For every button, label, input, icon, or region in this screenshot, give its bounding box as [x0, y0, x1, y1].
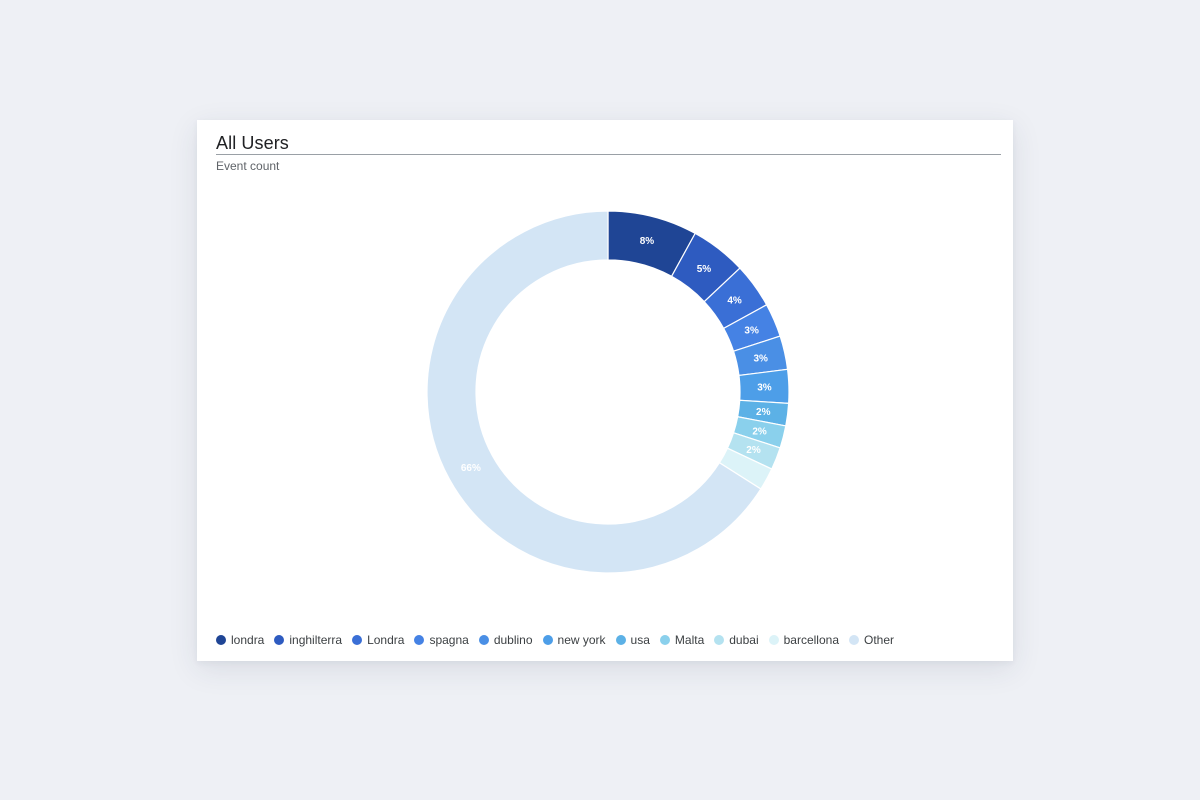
- slice-label-dubai: 2%: [746, 445, 761, 456]
- chart-card: All Users Event count 8% 5% 4% 3% 3% 3% 2% 2% 2%…: [197, 120, 1013, 661]
- donut-chart: 8% 5% 4% 3% 3% 3% 2% 2% 2% 66%: [426, 210, 790, 574]
- legend-dot-icon: [352, 635, 363, 645]
- legend-dot-icon: [659, 635, 670, 645]
- legend-dot-icon: [542, 635, 553, 645]
- legend-label: Londra: [367, 633, 405, 647]
- legend-label: Malta: [674, 633, 705, 647]
- legend-item-other[interactable]: Other: [849, 633, 894, 647]
- legend-item-barcellona[interactable]: barcellona: [768, 633, 839, 647]
- legend-item-dubai[interactable]: dubai: [714, 633, 759, 647]
- legend-label: dubai: [729, 633, 759, 647]
- slice-label-londra: 4%: [727, 296, 742, 307]
- legend-label: usa: [630, 633, 650, 647]
- legend-dot-icon: [216, 635, 226, 645]
- legend-label: londra: [231, 633, 265, 647]
- slice-label-usa: 2%: [756, 407, 771, 418]
- slice-label-dublino: 3%: [754, 353, 769, 364]
- legend-dot-icon: [714, 635, 725, 645]
- legend-dot-icon: [849, 635, 859, 645]
- legend-label: inghilterra: [289, 633, 343, 647]
- slice-label-malta: 2%: [752, 426, 767, 437]
- legend-dot-icon: [768, 635, 779, 645]
- legend-item-dublino[interactable]: dublino: [478, 633, 533, 647]
- slice-label-londra: 8%: [640, 236, 655, 247]
- legend-item-londra[interactable]: Londra: [352, 633, 404, 647]
- legend-item-malta[interactable]: Malta: [659, 633, 705, 647]
- slice-label-other: 66%: [461, 463, 481, 474]
- legend-item-londra[interactable]: londra: [216, 633, 264, 647]
- slice-label-inghilterra: 5%: [697, 264, 712, 275]
- legend-dot-icon: [615, 635, 626, 645]
- slice-label-spagna: 3%: [744, 325, 759, 336]
- chart-legend: londra inghilterra Londra spagna dublino new …: [216, 633, 904, 647]
- legend-item-spagna[interactable]: spagna: [414, 633, 469, 647]
- legend-item-new-york[interactable]: new york: [542, 633, 606, 647]
- legend-label: new york: [557, 633, 606, 647]
- slice-label-new-york: 3%: [757, 383, 772, 394]
- legend-item-inghilterra[interactable]: inghilterra: [274, 633, 342, 647]
- legend-label: Other: [864, 633, 895, 647]
- donut-slices: [426, 210, 790, 574]
- legend-label: spagna: [429, 633, 469, 647]
- legend-item-usa[interactable]: usa: [615, 633, 650, 647]
- legend-dot-icon: [478, 635, 489, 645]
- legend-dot-icon: [414, 635, 425, 645]
- legend-dot-icon: [274, 635, 285, 645]
- legend-label: barcellona: [783, 633, 839, 647]
- legend-label: dublino: [493, 633, 533, 647]
